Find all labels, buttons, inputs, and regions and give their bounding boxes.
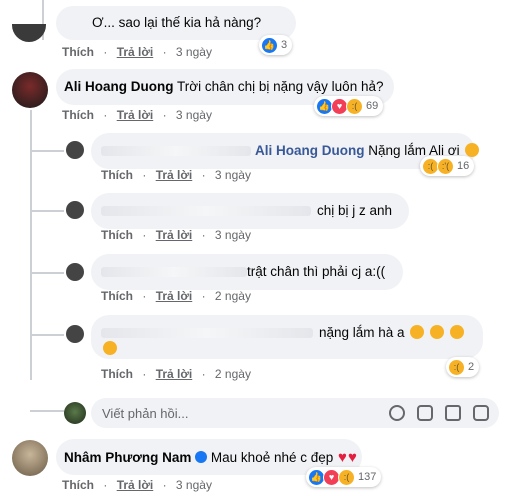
comment-actions: Thích · Trả lời · 2 ngày xyxy=(101,367,251,381)
sad-emoji xyxy=(465,143,480,157)
redacted-name xyxy=(101,206,311,216)
like-link[interactable]: Thích xyxy=(62,478,94,492)
reaction-summary[interactable]: :( 2 xyxy=(446,357,480,377)
gif-icon[interactable] xyxy=(445,405,461,421)
comment-text: Mau khoẻ nhé c đẹp xyxy=(210,450,334,465)
author-name[interactable]: Ali Hoang Duong xyxy=(64,79,173,94)
thread-line xyxy=(30,210,64,212)
sad-icon: :( xyxy=(346,97,363,115)
comment-bubble: Ơ... sao lại thế kia hả nàng? xyxy=(56,6,296,40)
like-icon: 👍 xyxy=(261,36,278,54)
comment-actions: Thích · Trả lời · 2 ngày xyxy=(101,289,251,303)
reply-link[interactable]: Trả lời xyxy=(117,478,154,492)
timestamp[interactable]: 3 ngày xyxy=(215,168,251,182)
timestamp[interactable]: 2 ngày xyxy=(215,289,251,303)
mention-link[interactable]: Ali Hoang Duong xyxy=(255,143,364,158)
comment-text: trật chân thì phải cj a:(( xyxy=(247,264,386,279)
thread-line xyxy=(30,150,64,152)
timestamp[interactable]: 3 ngày xyxy=(215,228,251,242)
reply-placeholder: Viết phản hồi... xyxy=(102,406,189,421)
sad-icon: :( xyxy=(338,468,355,486)
avatar[interactable] xyxy=(12,24,46,42)
redacted-name xyxy=(101,328,313,338)
comment-text: Ơ... sao lại thế kia hả nàng? xyxy=(92,15,262,30)
avatar[interactable] xyxy=(66,325,84,343)
comment-actions: Thích · Trả lời · 3 ngày xyxy=(101,168,251,182)
reaction-summary[interactable]: 👍 ♥ :( 137 xyxy=(306,467,382,487)
comment-bubble: chị bị j z anh xyxy=(91,193,409,229)
like-link[interactable]: Thích xyxy=(101,367,133,381)
heart-emoji: ♥ xyxy=(338,449,347,466)
reaction-count: 69 xyxy=(366,100,379,112)
timestamp[interactable]: 3 ngày xyxy=(176,478,212,492)
timestamp[interactable]: 3 ngày xyxy=(176,45,212,59)
sad-icon: :( xyxy=(448,358,465,376)
reaction-count: 16 xyxy=(457,160,470,172)
like-link[interactable]: Thích xyxy=(101,168,133,182)
thread-line xyxy=(30,334,64,336)
like-link[interactable]: Thích xyxy=(62,108,94,122)
reply-link[interactable]: Trả lời xyxy=(156,228,193,242)
comment-text: chị bị j z anh xyxy=(317,203,393,218)
reaction-count: 2 xyxy=(468,361,475,373)
reply-input[interactable]: Viết phản hồi... xyxy=(91,398,499,428)
redacted-name xyxy=(101,146,251,156)
comment-text: Trời chân chị bị nặng vậy luôn hả? xyxy=(177,79,384,94)
crying-emoji xyxy=(103,341,117,355)
verified-icon xyxy=(195,451,208,463)
camera-icon[interactable] xyxy=(417,405,433,421)
reply-link[interactable]: Trả lời xyxy=(117,108,154,122)
redacted-name xyxy=(101,267,247,277)
crying-emoji xyxy=(430,325,445,339)
avatar[interactable] xyxy=(66,263,84,281)
like-link[interactable]: Thích xyxy=(101,289,133,303)
reply-link[interactable]: Trả lời xyxy=(156,367,193,381)
avatar[interactable] xyxy=(12,72,48,108)
like-link[interactable]: Thích xyxy=(101,228,133,242)
comment-actions: Thích · Trả lời · 3 ngày xyxy=(62,108,212,122)
comment-actions: Thích · Trả lời · 3 ngày xyxy=(62,478,212,492)
comment-bubble: trật chân thì phải cj a:(( xyxy=(91,254,403,290)
crying-emoji xyxy=(449,325,464,339)
comment-actions: Thích · Trả lời · 3 ngày xyxy=(62,45,212,59)
reply-link[interactable]: Trả lời xyxy=(156,168,193,182)
timestamp[interactable]: 3 ngày xyxy=(176,108,212,122)
like-link[interactable]: Thích xyxy=(62,45,94,59)
reaction-summary[interactable]: 👍 3 xyxy=(259,35,293,55)
comment-bubble: Ali Hoang Duong Nặng lắm Ali ơi xyxy=(91,133,480,169)
heart-emoji: ♥ xyxy=(347,449,357,466)
author-name[interactable]: Nhâm Phương Nam xyxy=(64,450,191,465)
reply-link[interactable]: Trả lời xyxy=(117,45,154,59)
comment-text: nặng lắm hà a xyxy=(319,325,405,340)
sad-icon: :'( xyxy=(437,157,454,175)
avatar[interactable] xyxy=(66,141,84,159)
comment-bubble: nặng lắm hà a xyxy=(91,315,483,359)
thread-line xyxy=(30,410,64,412)
reaction-summary[interactable]: 👍 ♥ :( 69 xyxy=(314,96,384,116)
reply-link[interactable]: Trả lời xyxy=(156,289,193,303)
avatar[interactable] xyxy=(12,440,48,476)
reaction-summary[interactable]: :( :'( 16 xyxy=(420,156,475,176)
reaction-count: 137 xyxy=(358,471,377,483)
timestamp[interactable]: 2 ngày xyxy=(215,367,251,381)
avatar[interactable] xyxy=(66,201,84,219)
thread-line xyxy=(30,272,64,274)
sticker-icon[interactable] xyxy=(473,405,489,421)
current-user-avatar[interactable] xyxy=(64,402,86,424)
reaction-count: 3 xyxy=(281,39,288,51)
comment-actions: Thích · Trả lời · 3 ngày xyxy=(101,228,251,242)
emoji-icon[interactable] xyxy=(389,405,405,421)
crying-emoji xyxy=(410,325,425,339)
